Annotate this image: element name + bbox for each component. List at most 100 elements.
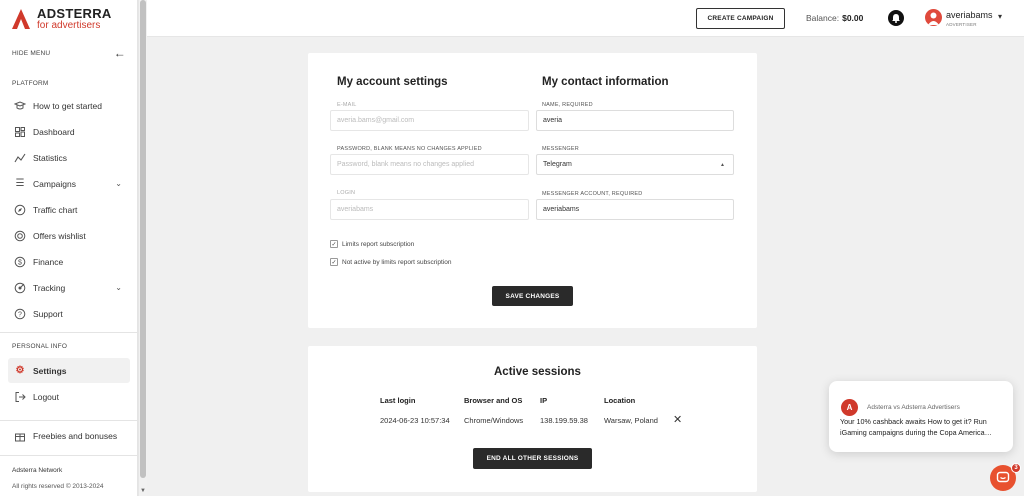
balance-label: Balance: — [806, 13, 840, 23]
compass-icon — [14, 204, 26, 216]
not-active-subscription-label: Not active by limits report subscription — [342, 258, 452, 266]
sidebar-scrollbar[interactable]: ▼ — [138, 0, 147, 496]
sidebar-item-label: How to get started — [33, 100, 102, 111]
login-label: LOGIN — [337, 190, 356, 196]
sidebar-item-label: Support — [33, 308, 63, 319]
user-role: ADVERTISER — [946, 22, 977, 27]
checkbox-checked-icon[interactable]: ✓ — [330, 258, 338, 266]
user-menu-caret-icon[interactable]: ▾ — [998, 12, 1002, 21]
sidebar-item-label: Traffic chart — [33, 204, 78, 215]
scrollbar-thumb[interactable] — [140, 0, 146, 478]
create-campaign-button[interactable]: CREATE CAMPAIGN — [696, 8, 785, 29]
footer-copyright: All rights reserved © 2013-2024 — [12, 483, 104, 490]
scroll-down-arrow-icon[interactable]: ▼ — [140, 488, 146, 494]
sidebar-item-label: Statistics — [33, 152, 68, 163]
sidebar-item-settings[interactable]: ⚙ Settings — [8, 358, 130, 383]
sidebar-item-label: Finance — [33, 256, 64, 267]
password-field[interactable]: Password, blank means no changes applied — [330, 154, 529, 175]
top-header: CREATE CAMPAIGN Balance: $0.00 averiabams… — [147, 0, 1024, 37]
arrow-left-icon: ← — [113, 46, 126, 60]
sidebar-item-label: Offers wishlist — [33, 230, 86, 241]
chat-bubble-icon — [996, 471, 1010, 483]
sidebar-item-logout[interactable]: Logout — [8, 384, 130, 409]
chevron-down-icon: ⌄ — [115, 283, 122, 292]
messenger-selected-value: Telegram — [543, 161, 572, 168]
password-label: PASSWORD, BLANK MEANS NO CHANGES APPLIED — [337, 146, 482, 152]
login-field: averiabams — [330, 199, 529, 220]
session-ip: 138.199.59.38 — [540, 416, 588, 425]
user-avatar[interactable] — [925, 9, 942, 26]
ip-header: IP — [540, 396, 548, 405]
personal-info-section-label: PERSONAL INFO — [12, 343, 68, 350]
sidebar-item-campaigns[interactable]: ☰ Campaigns ⌄ — [8, 171, 130, 196]
adsterra-logo-icon — [12, 9, 30, 29]
balance-value: $0.00 — [842, 13, 864, 23]
sidebar-item-how-to-get-started[interactable]: How to get started — [8, 93, 130, 118]
balance-display: Balance: $0.00 — [806, 13, 863, 23]
close-session-icon[interactable]: ✕ — [673, 413, 682, 426]
footer-company-name: Adsterra Network — [12, 467, 63, 474]
sidebar-item-tracking[interactable]: Tracking ⌄ — [8, 275, 130, 300]
checkbox-checked-icon[interactable]: ✓ — [330, 240, 338, 248]
dollar-icon: $ — [14, 256, 26, 268]
contact-info-title: My contact information — [542, 76, 669, 88]
session-location: Warsaw, Poland — [604, 416, 658, 425]
sidebar-item-label: Logout — [33, 391, 59, 402]
select-caret-icon: ▲ — [720, 161, 725, 168]
sidebar-item-dashboard[interactable]: Dashboard — [8, 119, 130, 144]
name-label: NAME, REQUIRED — [542, 102, 593, 108]
help-icon: ? — [14, 308, 26, 320]
sidebar-item-traffic-chart[interactable]: Traffic chart — [8, 197, 130, 222]
sidebar-item-label: Campaigns — [33, 178, 76, 189]
graduation-cap-icon — [14, 100, 26, 112]
gear-icon: ⚙ — [15, 365, 25, 376]
sidebar-item-label: Freebies and bonuses — [33, 430, 118, 441]
tracking-icon — [14, 282, 26, 294]
target-icon — [14, 230, 26, 242]
save-changes-button[interactable]: SAVE CHANGES — [492, 286, 573, 306]
sidebar-divider — [0, 332, 138, 333]
name-field[interactable]: averia — [536, 110, 734, 131]
platform-section-label: PLATFORM — [12, 80, 49, 87]
adsterra-logo[interactable]: ADSTERRA for advertisers — [12, 7, 112, 31]
line-chart-icon — [14, 152, 26, 164]
email-field: averia.bams@gmail.com — [330, 110, 529, 131]
brand-tagline: for advertisers — [37, 20, 101, 31]
sidebar-item-support[interactable]: ? Support — [8, 301, 130, 326]
brand-name: ADSTERRA — [37, 6, 112, 21]
limits-subscription-label: Limits report subscription — [342, 240, 415, 248]
hide-menu-label: HIDE MENU — [12, 49, 51, 57]
notifications-bell-icon[interactable] — [888, 10, 904, 26]
chat-message-text: Your 10% cashback awaits How to get it? … — [840, 417, 992, 437]
limits-subscription-checkbox-row[interactable]: ✓ Limits report subscription — [330, 240, 414, 248]
sidebar-item-finance[interactable]: $ Finance — [8, 249, 130, 274]
sidebar-divider — [0, 455, 138, 456]
sidebar-item-freebies[interactable]: Freebies and bonuses — [8, 423, 130, 448]
session-last-login: 2024-06-23 10:57:34 — [380, 416, 450, 425]
chat-sender-avatar: A — [841, 399, 858, 416]
chat-message-popup[interactable]: A Adsterra vs Adsterra Advertisers Your … — [829, 381, 1013, 452]
sidebar-item-offers-wishlist[interactable]: Offers wishlist — [8, 223, 130, 248]
messenger-label: MESSENGER — [542, 146, 579, 152]
chat-sender: Adsterra vs Adsterra Advertisers — [867, 404, 960, 411]
list-icon: ☰ — [15, 178, 25, 189]
svg-text:?: ? — [18, 311, 22, 318]
chevron-down-icon: ⌄ — [115, 179, 122, 188]
sidebar-item-label: Tracking — [33, 282, 66, 293]
email-label: E-MAIL — [337, 102, 357, 108]
end-all-sessions-button[interactable]: END ALL OTHER SESSIONS — [473, 448, 592, 469]
messenger-select[interactable]: Telegram ▲ — [536, 154, 734, 175]
account-settings-title: My account settings — [337, 76, 448, 88]
sidebar-item-label: Dashboard — [33, 126, 75, 137]
sidebar-divider — [0, 420, 138, 421]
user-name[interactable]: averiabams — [946, 10, 993, 20]
hide-menu-toggle[interactable]: HIDE MENU ← — [12, 46, 126, 60]
sidebar-item-statistics[interactable]: Statistics — [8, 145, 130, 170]
not-active-subscription-checkbox-row[interactable]: ✓ Not active by limits report subscripti… — [330, 258, 451, 266]
svg-text:$: $ — [18, 259, 22, 266]
dashboard-grid-icon — [14, 126, 26, 138]
messenger-account-field[interactable]: averiabams — [536, 199, 734, 220]
messenger-account-label: MESSENGER ACCOUNT, REQUIRED — [542, 191, 643, 197]
session-browser: Chrome/Windows — [464, 416, 524, 425]
last-login-header: Last login — [380, 396, 416, 405]
